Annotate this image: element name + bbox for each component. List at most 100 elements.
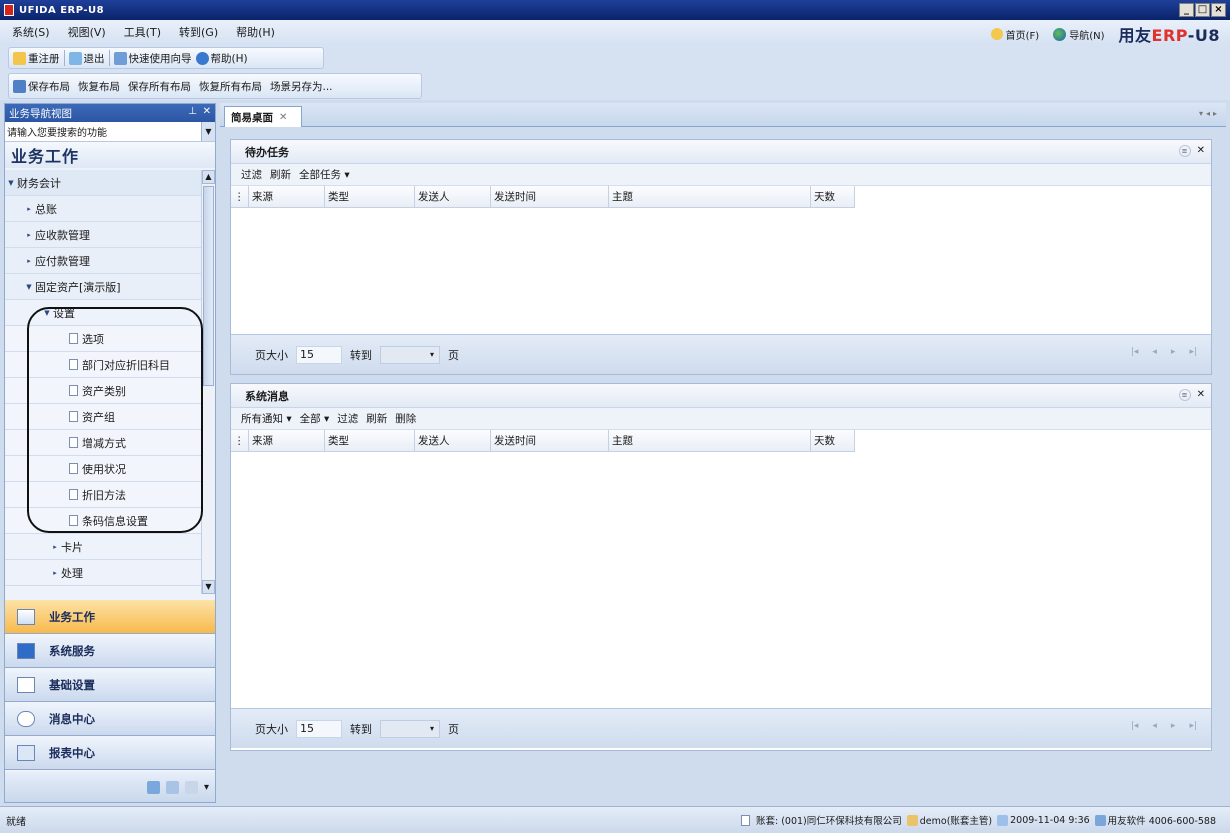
col-sender[interactable]: 发送人 [415, 186, 491, 207]
exit-button[interactable]: 退出 [68, 51, 105, 66]
tools-icon[interactable] [146, 780, 160, 794]
tree-item-barcode[interactable]: 条码信息设置 [5, 508, 201, 534]
nav-group-messages[interactable]: 消息中心 [5, 702, 215, 736]
tree-item-process[interactable]: ▸ 处理 [5, 560, 201, 586]
col-sender[interactable]: 发送人 [415, 430, 491, 451]
tree-item-dept-depr[interactable]: 部门对应折旧科目 [5, 352, 201, 378]
chevron-down-icon: ▾ [429, 349, 434, 359]
relogin-button[interactable]: 重注册 [13, 51, 60, 66]
tree-item-depr-method[interactable]: 折旧方法 [5, 482, 201, 508]
tree-item-asset-group[interactable]: 资产组 [5, 404, 201, 430]
col-subject[interactable]: 主题 [609, 430, 811, 451]
tab-nav-icon[interactable]: ▾◂▸ [1199, 109, 1220, 118]
minimize-button[interactable]: _ [1179, 3, 1194, 17]
menu-tools[interactable]: 工具(T) [124, 24, 161, 40]
last-page-icon[interactable]: ▸| [1189, 721, 1197, 731]
expand-icon: ▼ [8, 178, 14, 187]
close-button[interactable]: × [1211, 3, 1226, 17]
nav-group-basic[interactable]: 基础设置 [5, 668, 215, 702]
chevron-down-icon[interactable]: ▼ [201, 122, 215, 141]
maximize-button[interactable]: □ [1195, 3, 1210, 17]
col-type[interactable]: 类型 [325, 430, 415, 451]
wizard-button[interactable]: 快速使用向导 [113, 51, 192, 66]
col-source[interactable]: 来源 [249, 186, 325, 207]
scroll-up-icon[interactable]: ▲ [202, 170, 215, 184]
col-send-time[interactable]: 发送时间 [491, 430, 609, 451]
tree-item-ap[interactable]: ▸ 应付款管理 [5, 248, 201, 274]
next-page-icon[interactable]: ▸ [1171, 347, 1176, 357]
tree-item-card[interactable]: ▸ 卡片 [5, 534, 201, 560]
last-page-icon[interactable]: ▸| [1189, 347, 1197, 357]
page-size-input[interactable]: 15 [296, 719, 342, 738]
chevron-down-icon[interactable]: ▾ [204, 782, 209, 793]
nav-tree: ▼ 财务会计 ▸ 总账 ▸ 应收款管理 ▸ 应付款管理 ▼ 固定资产[演示版] … [5, 170, 201, 590]
prev-page-icon[interactable]: ◂ [1152, 347, 1157, 357]
user-icon[interactable] [184, 780, 198, 794]
next-page-icon[interactable]: ▸ [1171, 721, 1176, 731]
nav-link[interactable]: 导航(N) [1053, 27, 1105, 42]
prev-page-icon[interactable]: ◂ [1152, 721, 1157, 731]
tree-item-ledger[interactable]: ▸ 总账 [5, 196, 201, 222]
nav-group-system[interactable]: 系统服务 [5, 634, 215, 668]
nav-group-business[interactable]: 业务工作 [5, 600, 215, 634]
col-days[interactable]: 天数 [811, 430, 855, 451]
first-page-icon[interactable]: |◂ [1131, 721, 1139, 731]
close-icon[interactable]: ✕ [1197, 145, 1205, 157]
tree-item-ar[interactable]: ▸ 应收款管理 [5, 222, 201, 248]
col-source[interactable]: 来源 [249, 430, 325, 451]
save-all-layout-button[interactable]: 保存所有布局 [128, 79, 191, 94]
refresh-button[interactable]: 刷新 [366, 411, 387, 426]
todo-grid-body[interactable] [231, 208, 1211, 334]
tab-simple-desktop[interactable]: 简易桌面 ✕ [224, 106, 302, 127]
delete-button[interactable]: 删除 [395, 411, 416, 426]
restore-all-layout-button[interactable]: 恢复所有布局 [199, 79, 262, 94]
scroll-down-icon[interactable]: ▼ [202, 580, 215, 594]
close-icon[interactable]: ✕ [203, 106, 211, 117]
save-layout-button[interactable]: 保存布局 [13, 79, 70, 94]
tree-item-options[interactable]: 选项 [5, 326, 201, 352]
collapse-icon: ▸ [27, 204, 31, 213]
nav-group-reports[interactable]: 报表中心 [5, 736, 215, 770]
scroll-thumb[interactable] [203, 186, 214, 386]
col-days[interactable]: 天数 [811, 186, 855, 207]
restore-layout-button[interactable]: 恢复布局 [78, 79, 120, 94]
col-subject[interactable]: 主题 [609, 186, 811, 207]
filter-button[interactable]: 过滤 [241, 167, 262, 182]
row-handle[interactable]: ⋮ [231, 186, 249, 207]
goto-page-select[interactable]: ▾ [380, 719, 440, 738]
close-tab-icon[interactable]: ✕ [279, 112, 287, 123]
row-handle[interactable]: ⋮ [231, 430, 249, 451]
close-icon[interactable]: ✕ [1197, 389, 1205, 401]
list-icon[interactable] [165, 780, 179, 794]
menu-help[interactable]: 帮助(H) [236, 24, 275, 40]
messages-grid-body[interactable] [231, 452, 1211, 708]
tree-item-settings[interactable]: ▼ 设置 [5, 300, 201, 326]
tree-item-finance[interactable]: ▼ 财务会计 [5, 170, 201, 196]
tree-item-fixed-assets[interactable]: ▼ 固定资产[演示版] [5, 274, 201, 300]
filter-button[interactable]: 过滤 [337, 411, 358, 426]
pin-icon[interactable]: ⊥ [188, 106, 197, 117]
col-send-time[interactable]: 发送时间 [491, 186, 609, 207]
page-size-input[interactable]: 15 [296, 345, 342, 364]
refresh-button[interactable]: 刷新 [270, 167, 291, 182]
goto-page-select[interactable]: ▾ [380, 345, 440, 364]
all-notices-dropdown[interactable]: 所有通知 ▾ [241, 411, 292, 426]
tree-item-change-method[interactable]: 增减方式 [5, 430, 201, 456]
col-type[interactable]: 类型 [325, 186, 415, 207]
all-dropdown[interactable]: 全部 ▾ [300, 411, 330, 426]
all-tasks-dropdown[interactable]: 全部任务 ▾ [299, 167, 350, 182]
tree-label: 增减方式 [82, 436, 126, 450]
nav-tree-scrollbar[interactable]: ▲ ▼ [201, 170, 215, 594]
collapse-icon[interactable]: ≡ [1178, 389, 1191, 401]
collapse-icon[interactable]: ≡ [1178, 145, 1191, 157]
menu-view[interactable]: 视图(V) [68, 24, 106, 40]
help-button[interactable]: 帮助(H) [195, 51, 248, 66]
save-scene-button[interactable]: 场景另存为... [270, 79, 333, 94]
home-link[interactable]: 首页(F) [990, 27, 1039, 42]
tree-item-usage-status[interactable]: 使用状况 [5, 456, 201, 482]
function-search-input[interactable]: 请输入您要搜索的功能 ▼ [5, 122, 215, 142]
menu-system[interactable]: 系统(S) [12, 24, 50, 40]
menu-goto[interactable]: 转到(G) [179, 24, 218, 40]
tree-item-asset-category[interactable]: 资产类别 [5, 378, 201, 404]
first-page-icon[interactable]: |◂ [1131, 347, 1139, 357]
